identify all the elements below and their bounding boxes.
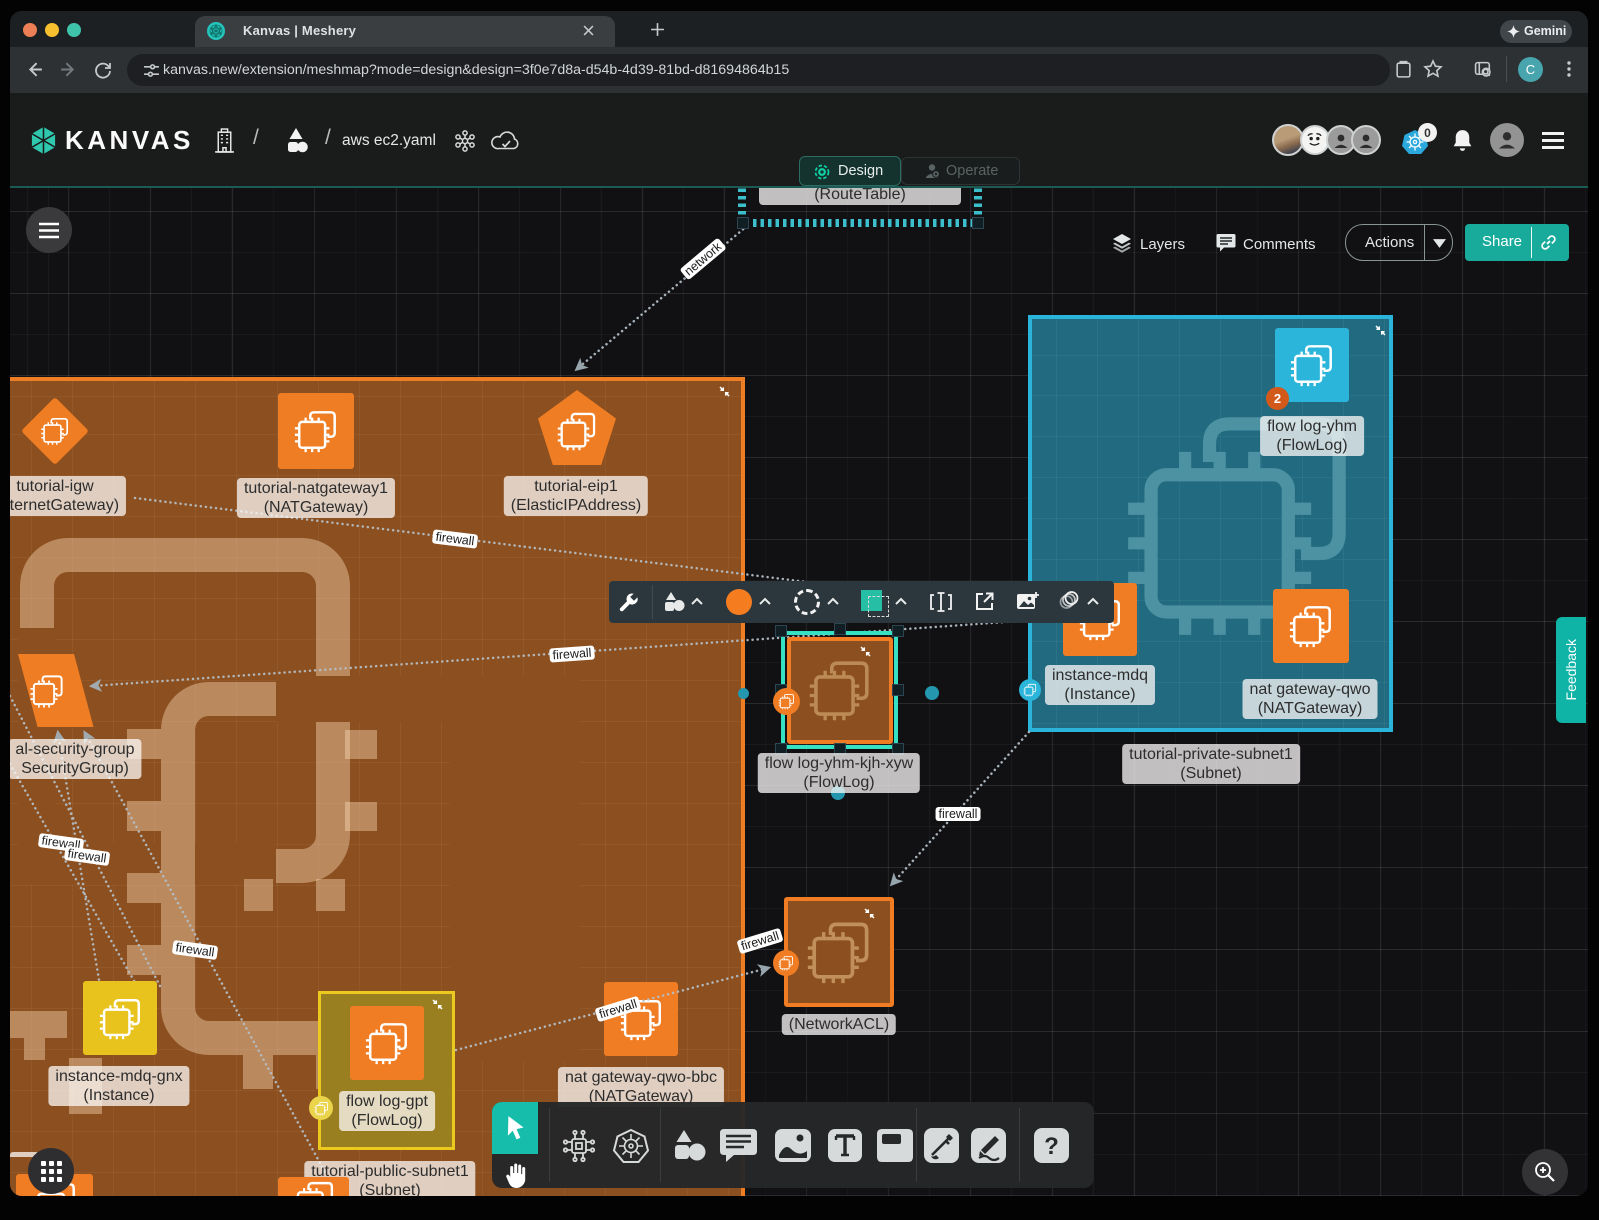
svg-text:?: ? bbox=[1044, 1133, 1059, 1160]
